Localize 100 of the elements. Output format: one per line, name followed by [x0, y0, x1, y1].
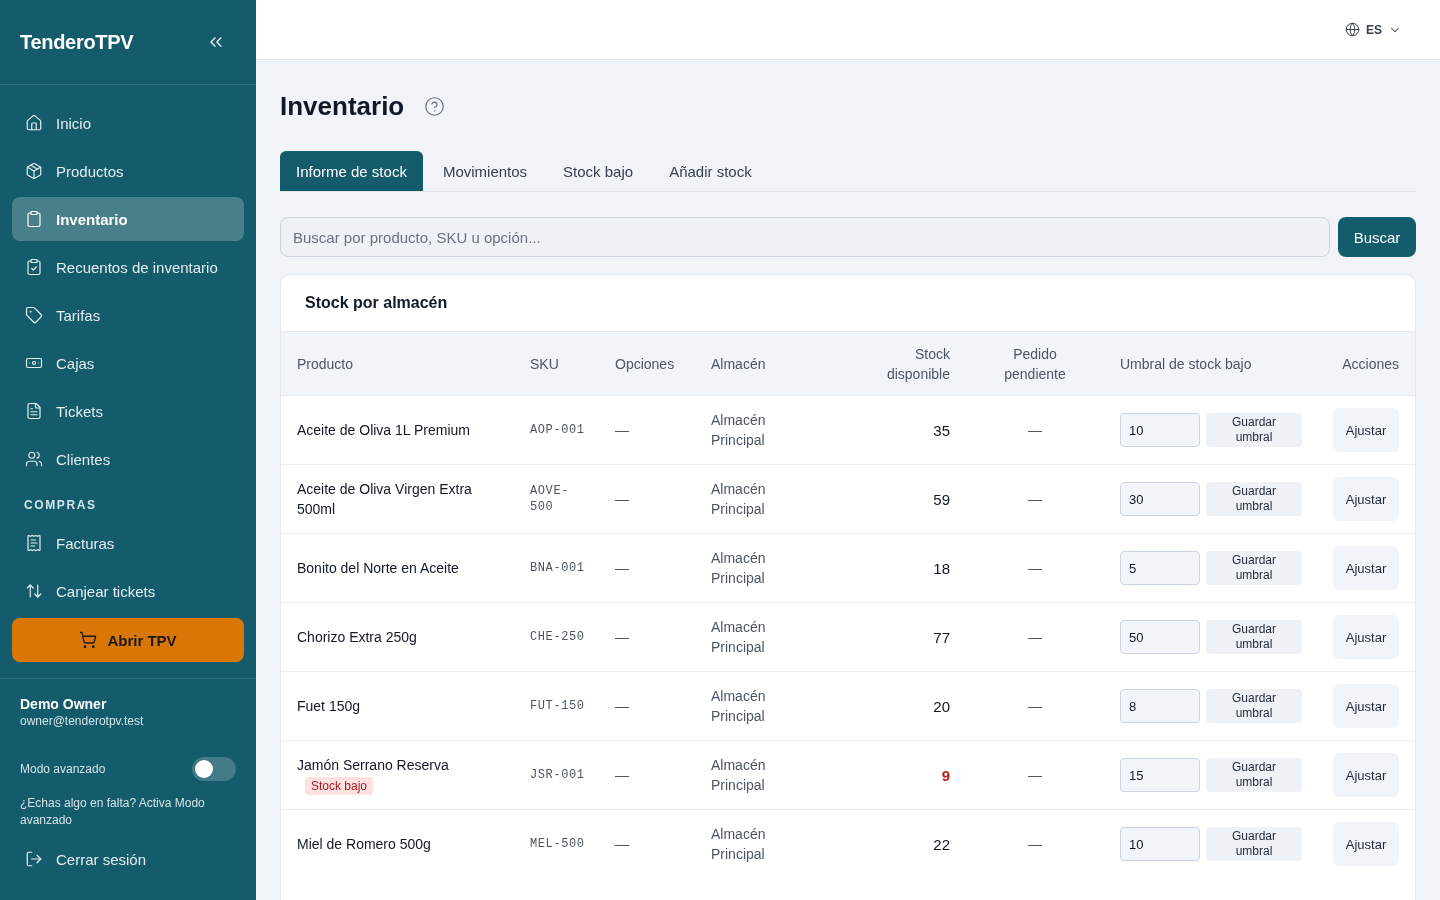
tab[interactable]: Movimientos [426, 151, 544, 191]
column-header: Opciones [615, 354, 675, 374]
help-icon[interactable] [424, 95, 446, 117]
clipboard-icon [25, 210, 43, 228]
sku-text: AOVE-500 [530, 483, 570, 515]
tab[interactable]: Añadir stock [653, 151, 768, 191]
stock-quantity: 9 [941, 766, 950, 784]
sidebar-item[interactable]: Inventario [12, 197, 244, 241]
sidebar-item[interactable]: Tarifas [12, 293, 244, 337]
product-name: Fuet 150g [297, 697, 361, 716]
product-name: Aceite de Oliva 1L Premium [297, 421, 470, 440]
user-email: owner@tenderotpv.test [19, 713, 145, 730]
cart-icon [79, 631, 98, 649]
warehouse-text: Almacén Principal [711, 756, 767, 795]
pending-text: — [1028, 560, 1042, 576]
column-header: Umbral de stock bajo [1120, 354, 1252, 374]
column-header: SKU [530, 354, 559, 374]
save-threshold-button[interactable]: Guardar umbral [1206, 482, 1302, 516]
sku-text: AOP-001 [530, 422, 585, 438]
options-text: — [615, 767, 629, 783]
save-threshold-button[interactable]: Guardar umbral [1206, 551, 1302, 585]
threshold-input[interactable]: 50 [1120, 620, 1200, 654]
product-name: Bonito del Norte en Aceite [297, 559, 459, 578]
globe-icon [1345, 22, 1360, 37]
adjust-button[interactable]: Ajustar [1333, 408, 1399, 452]
save-threshold-button[interactable]: Guardar umbral [1206, 827, 1302, 861]
adjust-button[interactable]: Ajustar [1333, 477, 1399, 521]
stock-quantity: 59 [933, 490, 950, 508]
document-icon [25, 402, 43, 420]
save-threshold-button[interactable]: Guardar umbral [1206, 620, 1302, 654]
language-selector[interactable]: ES [1345, 20, 1402, 39]
arrows-up-down-icon [25, 582, 43, 600]
tag-icon [25, 306, 43, 324]
warehouse-text: Almacén Principal [711, 618, 767, 657]
sidebar-item[interactable]: Canjear tickets [12, 569, 244, 613]
save-threshold-button[interactable]: Guardar umbral [1206, 413, 1302, 447]
stock-quantity: 22 [933, 835, 950, 853]
options-text: — [615, 629, 629, 645]
column-header: Pedido pendiente [1003, 344, 1067, 384]
sku-text: MEL-500 [530, 836, 585, 852]
clipboard-check-icon [25, 258, 43, 276]
page-title: Inventario [280, 90, 405, 122]
adjust-button[interactable]: Ajustar [1333, 546, 1399, 590]
product-name: Jamón Serrano Reserva [297, 756, 449, 775]
pending-text: — [1028, 491, 1042, 507]
save-threshold-button[interactable]: Guardar umbral [1206, 758, 1302, 792]
product-name: Chorizo Extra 250g [297, 628, 417, 647]
warehouse-text: Almacén Principal [711, 825, 767, 864]
open-pos-button[interactable]: Abrir TPV [12, 618, 244, 662]
threshold-input[interactable]: 8 [1120, 689, 1200, 723]
app-logo: TenderoTPV [20, 30, 134, 54]
adjust-button[interactable]: Ajustar [1333, 822, 1399, 866]
pending-text: — [1028, 836, 1042, 852]
stock-quantity: 18 [933, 559, 950, 577]
column-header: Producto [297, 354, 354, 374]
warehouse-text: Almacén Principal [711, 549, 767, 588]
sidebar-item[interactable]: Inicio [12, 101, 244, 145]
search-field[interactable]: Buscar por producto, SKU u opción... [280, 217, 1330, 257]
receipt-icon [25, 534, 43, 552]
hint-text: ¿Echas algo en falta? Activa Modo avanzado [19, 795, 206, 829]
adjust-button[interactable]: Ajustar [1333, 753, 1399, 797]
pending-text: — [1028, 422, 1042, 438]
sku-text: FUT-150 [530, 698, 585, 714]
tab[interactable]: Stock bajo [547, 151, 650, 191]
low-stock-badge: Stock bajo [305, 777, 374, 795]
tab[interactable]: Informe de stock [280, 151, 423, 191]
threshold-input[interactable]: 10 [1120, 827, 1200, 861]
users-icon [25, 450, 43, 468]
threshold-input[interactable]: 30 [1120, 482, 1200, 516]
threshold-input[interactable]: 15 [1120, 758, 1200, 792]
sidebar-item[interactable]: Productos [12, 149, 244, 193]
sidebar-item[interactable]: Tickets [12, 389, 244, 433]
sidebar-item[interactable]: Cajas [12, 341, 244, 385]
sku-text: CHE-250 [530, 629, 585, 645]
product-name: Miel de Romero 500g [297, 835, 431, 854]
pending-text: — [1028, 698, 1042, 714]
adjust-button[interactable]: Ajustar [1333, 684, 1399, 728]
pending-text: — [1028, 629, 1042, 645]
logout-link[interactable]: Cerrar sesión [12, 837, 244, 881]
box-icon [25, 162, 43, 180]
sidebar-item[interactable]: Recuentos de inventario [12, 245, 244, 289]
sku-text: BNA-001 [530, 560, 585, 576]
stock-quantity: 35 [933, 421, 950, 439]
options-text: — [615, 491, 629, 507]
options-text: — [615, 836, 629, 852]
section-label: COMPRAS [23, 497, 98, 514]
warehouse-text: Almacén Principal [711, 480, 767, 519]
toggle-switch[interactable] [192, 757, 236, 781]
column-header: Stock disponible [885, 344, 950, 384]
threshold-input[interactable]: 10 [1120, 413, 1200, 447]
warehouse-text: Almacén Principal [711, 411, 767, 450]
adjust-button[interactable]: Ajustar [1333, 615, 1399, 659]
logout-icon [25, 850, 43, 868]
threshold-input[interactable]: 5 [1120, 551, 1200, 585]
pending-text: — [1028, 767, 1042, 783]
save-threshold-button[interactable]: Guardar umbral [1206, 689, 1302, 723]
search-button[interactable]: Buscar [1338, 217, 1416, 257]
options-text: — [615, 698, 629, 714]
sidebar-item[interactable]: Clientes [12, 437, 244, 481]
sidebar-item[interactable]: Facturas [12, 521, 244, 565]
